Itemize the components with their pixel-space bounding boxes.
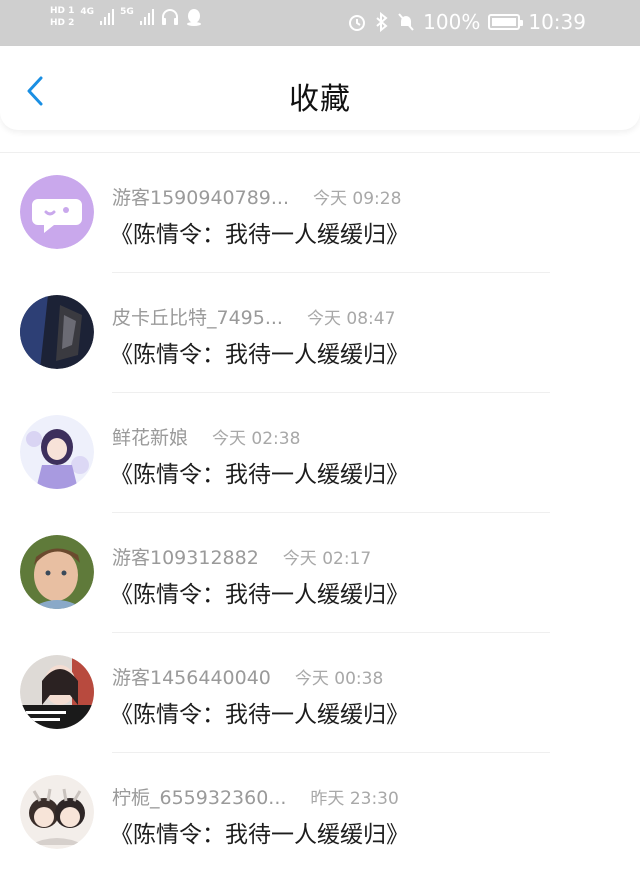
user-name: 游客1456440040 — [112, 667, 271, 689]
network-type-2: 5G — [120, 7, 134, 17]
timestamp: 今天 02:17 — [282, 549, 372, 569]
girl-photo-avatar[interactable] — [20, 655, 94, 729]
bluetooth-icon — [376, 12, 388, 32]
alarm-icon — [349, 15, 366, 31]
item-title: 《陈情令：我待一人缓缓归》 — [110, 462, 409, 488]
user-name: 皮卡丘比特_7495... — [112, 307, 283, 329]
item-title: 《陈情令：我待一人缓缓归》 — [110, 702, 409, 728]
signal-icon-2 — [139, 9, 154, 25]
list-item[interactable]: 鲜花新娘 今天 02:38 《陈情令：我待一人缓缓归》 — [0, 393, 640, 513]
list-item[interactable]: 游客1456440040 今天 00:38 《陈情令：我待一人缓缓归》 — [0, 633, 640, 753]
chat-bubble-avatar[interactable] — [20, 175, 94, 249]
list-item[interactable]: 游客1590940789... 今天 09:28 《陈情令：我待一人缓缓归》 — [0, 153, 640, 273]
list-item[interactable]: 皮卡丘比特_7495... 今天 08:47 《陈情令：我待一人缓缓归》 — [0, 273, 640, 393]
timestamp: 今天 09:28 — [313, 189, 402, 209]
battery-icon — [488, 14, 524, 30]
timestamp: 今天 00:38 — [294, 669, 384, 689]
item-title: 《陈情令：我待一人缓缓归》 — [110, 582, 409, 608]
clock: 10:39 — [528, 10, 586, 34]
boy-photo-avatar[interactable] — [20, 535, 94, 609]
favorites-list: 游客1590940789... 今天 09:28 《陈情令：我待一人缓缓归》 皮… — [0, 153, 640, 873]
chibi-pair-avatar[interactable] — [20, 775, 94, 849]
hd2-indicator: HD 2 — [50, 18, 75, 28]
battery-percent: 100% — [423, 10, 481, 34]
timestamp: 今天 08:47 — [306, 309, 396, 329]
hd1-indicator: HD 1 — [50, 6, 75, 16]
app-bar: 收藏 — [0, 46, 640, 130]
user-name: 鲜花新娘 — [112, 427, 189, 449]
item-title: 《陈情令：我待一人缓缓归》 — [110, 222, 409, 248]
anime-girl-avatar[interactable] — [20, 415, 94, 489]
list-item[interactable]: 游客109312882 今天 02:17 《陈情令：我待一人缓缓归》 — [0, 513, 640, 633]
qq-penguin-icon — [186, 9, 201, 26]
item-title: 《陈情令：我待一人缓缓归》 — [110, 822, 409, 848]
page-title: 收藏 — [289, 82, 351, 117]
item-title: 《陈情令：我待一人缓缓归》 — [110, 342, 409, 368]
timestamp: 昨天 23:30 — [310, 789, 399, 809]
user-name: 游客1590940789... — [112, 187, 290, 209]
network-type-1: 4G — [80, 7, 95, 17]
user-name: 游客109312882 — [112, 547, 259, 569]
list-item[interactable]: 柠栀_655932360... 昨天 23:30 《陈情令：我待一人缓缓归》 — [0, 753, 640, 873]
headphones-icon — [161, 9, 178, 25]
user-name: 柠栀_655932360... — [112, 787, 287, 809]
dark-photo-avatar[interactable] — [20, 295, 94, 369]
mute-bell-icon — [398, 13, 414, 31]
status-bar: HD 1 HD 2 4G 5G 100% 10:39 — [0, 0, 640, 46]
signal-icon — [100, 9, 115, 25]
timestamp: 今天 02:38 — [212, 429, 301, 449]
